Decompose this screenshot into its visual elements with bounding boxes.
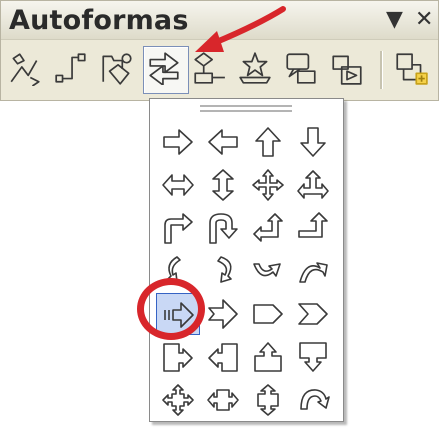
pointer-arrow-annotation [195,6,286,52]
